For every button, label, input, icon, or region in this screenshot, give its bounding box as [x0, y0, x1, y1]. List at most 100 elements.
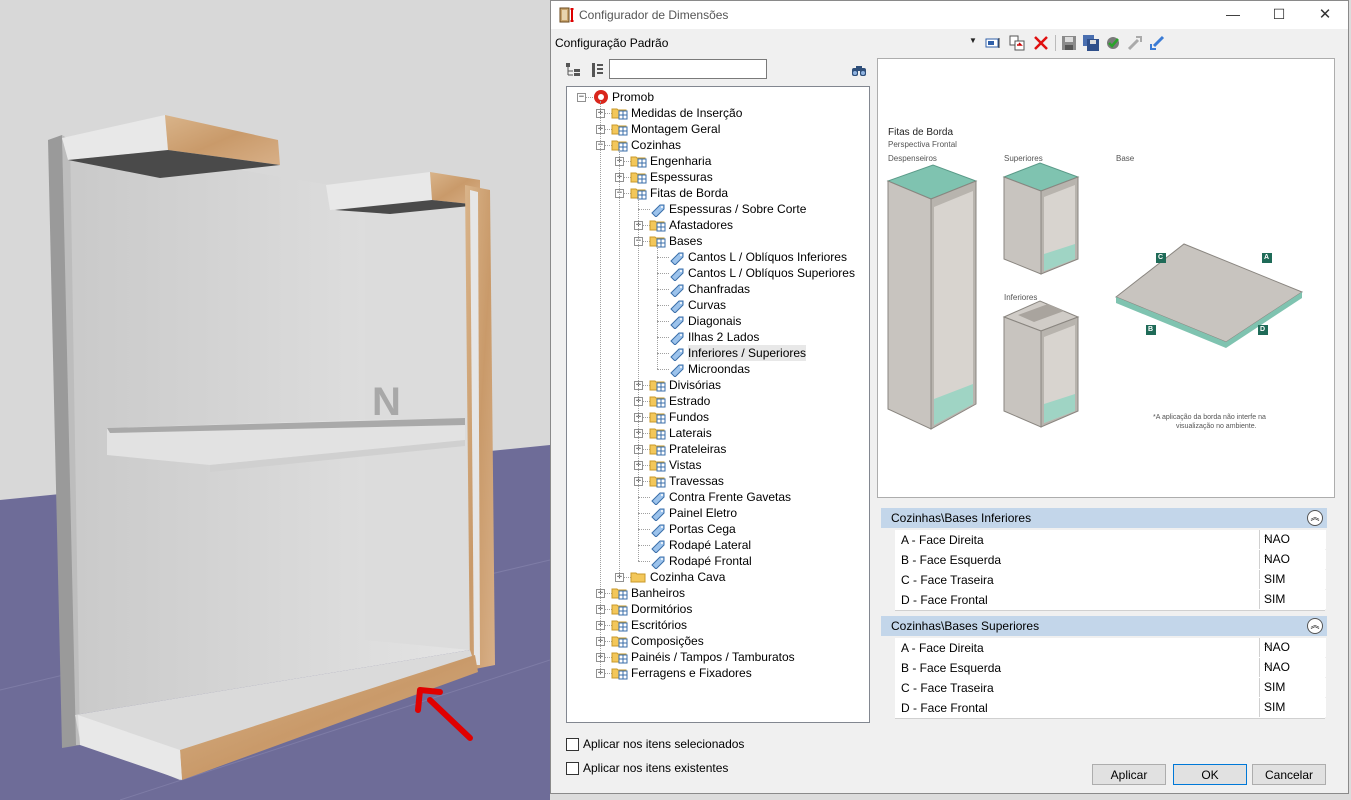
checkbox-label[interactable]: Aplicar nos itens selecionados — [583, 737, 744, 751]
tree-item[interactable]: Diagonais — [567, 313, 867, 329]
tree-item[interactable]: + Composições — [567, 633, 867, 649]
property-value-select[interactable]: NAO ⌵ — [1259, 658, 1326, 677]
tree-item[interactable]: − Cozinhas — [567, 137, 867, 153]
checkbox-box[interactable] — [566, 738, 579, 751]
tree-item[interactable]: Curvas — [567, 297, 867, 313]
tree-item[interactable]: + Prateleiras — [567, 441, 867, 457]
group-header-label: Cozinhas\Bases Inferiores — [891, 511, 1032, 525]
tree-item[interactable]: + Ferragens e Fixadores — [567, 665, 867, 681]
group-header-label: Cozinhas\Bases Superiores — [891, 619, 1040, 633]
chevron-down-icon[interactable]: ⌵ — [1264, 592, 1322, 603]
export-icon[interactable] — [1125, 33, 1145, 53]
checkbox-label[interactable]: Aplicar nos itens existentes — [583, 761, 728, 775]
tree-item[interactable]: + Espessuras — [567, 169, 867, 185]
chevron-down-icon[interactable]: ⌵ — [1264, 572, 1322, 583]
tree-item[interactable]: + Banheiros — [567, 585, 867, 601]
binoculars-search-icon[interactable] — [851, 63, 867, 77]
tree-item[interactable]: + Estrado — [567, 393, 867, 409]
copy-config-icon[interactable] — [1007, 33, 1027, 53]
tree-item[interactable]: Rodapé Lateral — [567, 537, 867, 553]
chevron-down-icon[interactable]: ⌵ — [1264, 700, 1322, 711]
tree-item[interactable]: Portas Cega — [567, 521, 867, 537]
list-view-icon[interactable] — [589, 62, 605, 78]
tree-item[interactable]: − Promob — [567, 89, 867, 105]
folder-icon — [611, 108, 628, 120]
tree-item[interactable]: − Bases — [567, 233, 867, 249]
property-value-select[interactable]: NAO ⌵ — [1259, 638, 1326, 657]
tree-item[interactable]: Painel Eletro — [567, 505, 867, 521]
tree-item[interactable]: + Medidas de Inserção — [567, 105, 867, 121]
tree-item[interactable]: Chanfradas — [567, 281, 867, 297]
import-icon[interactable] — [1147, 33, 1167, 53]
tree-item[interactable]: Ilhas 2 Lados — [567, 329, 867, 345]
tree-item-label: Fitas de Borda — [650, 186, 729, 200]
cancel-button[interactable]: Cancelar — [1252, 764, 1326, 785]
tree-item[interactable]: + Painéis / Tampos / Tamburatos — [567, 649, 867, 665]
tree-item[interactable]: Cantos L / Oblíquos Inferiores — [567, 249, 867, 265]
chevron-down-icon[interactable]: ⌵ — [1264, 660, 1322, 671]
tree-item[interactable]: + Escritórios — [567, 617, 867, 633]
property-value-select[interactable]: SIM ⌵ — [1259, 590, 1326, 609]
tag-icon — [670, 284, 684, 297]
folder-icon — [611, 668, 628, 680]
chevron-down-icon[interactable]: ⌵ — [1264, 532, 1322, 543]
window-title: Configurador de Dimensões — [579, 8, 729, 22]
save-all-icon[interactable] — [1081, 33, 1101, 53]
tree-item[interactable]: + Afastadores — [567, 217, 867, 233]
tree-item[interactable]: + Vistas — [567, 457, 867, 473]
chevron-down-icon[interactable]: ⌵ — [1264, 552, 1322, 563]
save-icon[interactable] — [1059, 33, 1079, 53]
tree-item[interactable]: Contra Frente Gavetas — [567, 489, 867, 505]
property-value-select[interactable]: NAO ⌵ — [1259, 550, 1326, 569]
property-name: D - Face Frontal — [901, 593, 988, 607]
tree-item[interactable]: − Fitas de Borda — [567, 185, 867, 201]
collapse-icon[interactable]: ︽ — [1307, 510, 1323, 526]
property-value-select[interactable]: SIM ⌵ — [1259, 678, 1326, 697]
tree-connector — [619, 149, 620, 577]
config-dropdown-caret[interactable]: ▼ — [969, 36, 977, 45]
collapse-tree-icon[interactable]: − — [577, 93, 586, 102]
rename-icon[interactable] — [983, 33, 1003, 53]
tree-view-icon[interactable] — [565, 62, 581, 78]
tree-item[interactable]: Rodapé Frontal — [567, 553, 867, 569]
tag-icon — [670, 364, 684, 377]
tree-item[interactable]: + Engenharia — [567, 153, 867, 169]
chevron-down-icon[interactable]: ⌵ — [1264, 680, 1322, 691]
search-input[interactable] — [609, 59, 767, 79]
toolbar-separator — [1055, 35, 1056, 51]
close-button[interactable]: ✕ — [1302, 1, 1348, 29]
config-name-label[interactable]: Configuração Padrão — [555, 36, 668, 50]
tree-item[interactable]: + Travessas — [567, 473, 867, 489]
tree-item[interactable]: Inferiores / Superiores — [567, 345, 867, 361]
apply-check-icon[interactable] — [1103, 33, 1123, 53]
3d-viewport[interactable]: N — [0, 0, 550, 800]
checkbox-box[interactable] — [566, 762, 579, 775]
chevron-down-icon[interactable]: ⌵ — [1264, 640, 1322, 651]
group-header[interactable]: Cozinhas\Bases Superiores ︽ — [881, 616, 1327, 636]
collapse-icon[interactable]: ︽ — [1307, 618, 1323, 634]
inferiores-diagram — [1002, 300, 1080, 428]
group-header[interactable]: Cozinhas\Bases Inferiores ︽ — [881, 508, 1327, 528]
tree-item[interactable]: + Fundos — [567, 409, 867, 425]
tree-item[interactable]: Microondas — [567, 361, 867, 377]
tree-item[interactable]: + Dormitórios — [567, 601, 867, 617]
delete-icon[interactable] — [1031, 33, 1051, 53]
tag-icon — [651, 540, 665, 553]
property-value-select[interactable]: SIM ⌵ — [1259, 698, 1326, 717]
property-value-select[interactable]: NAO ⌵ — [1259, 530, 1326, 549]
property-value-select[interactable]: SIM ⌵ — [1259, 570, 1326, 589]
folder-icon — [630, 572, 646, 583]
title-bar[interactable]: Configurador de Dimensões — ☐ ✕ — [551, 1, 1348, 29]
minimize-button[interactable]: — — [1210, 1, 1256, 29]
tree-item[interactable]: + Divisórias — [567, 377, 867, 393]
tree-item[interactable]: Cantos L / Oblíquos Superiores — [567, 265, 867, 281]
tree-item[interactable]: + Cozinha Cava — [567, 569, 867, 585]
tree-item[interactable]: + Laterais — [567, 425, 867, 441]
apply-button[interactable]: Aplicar — [1092, 764, 1166, 785]
configuration-tree[interactable]: − Promob + Medidas de Inserção + Montagem Ger… — [566, 86, 870, 723]
tree-item[interactable]: + Montagem Geral — [567, 121, 867, 137]
tag-icon — [651, 492, 665, 505]
tree-item[interactable]: Espessuras / Sobre Corte — [567, 201, 867, 217]
ok-button[interactable]: OK — [1173, 764, 1247, 785]
maximize-button[interactable]: ☐ — [1256, 1, 1302, 29]
